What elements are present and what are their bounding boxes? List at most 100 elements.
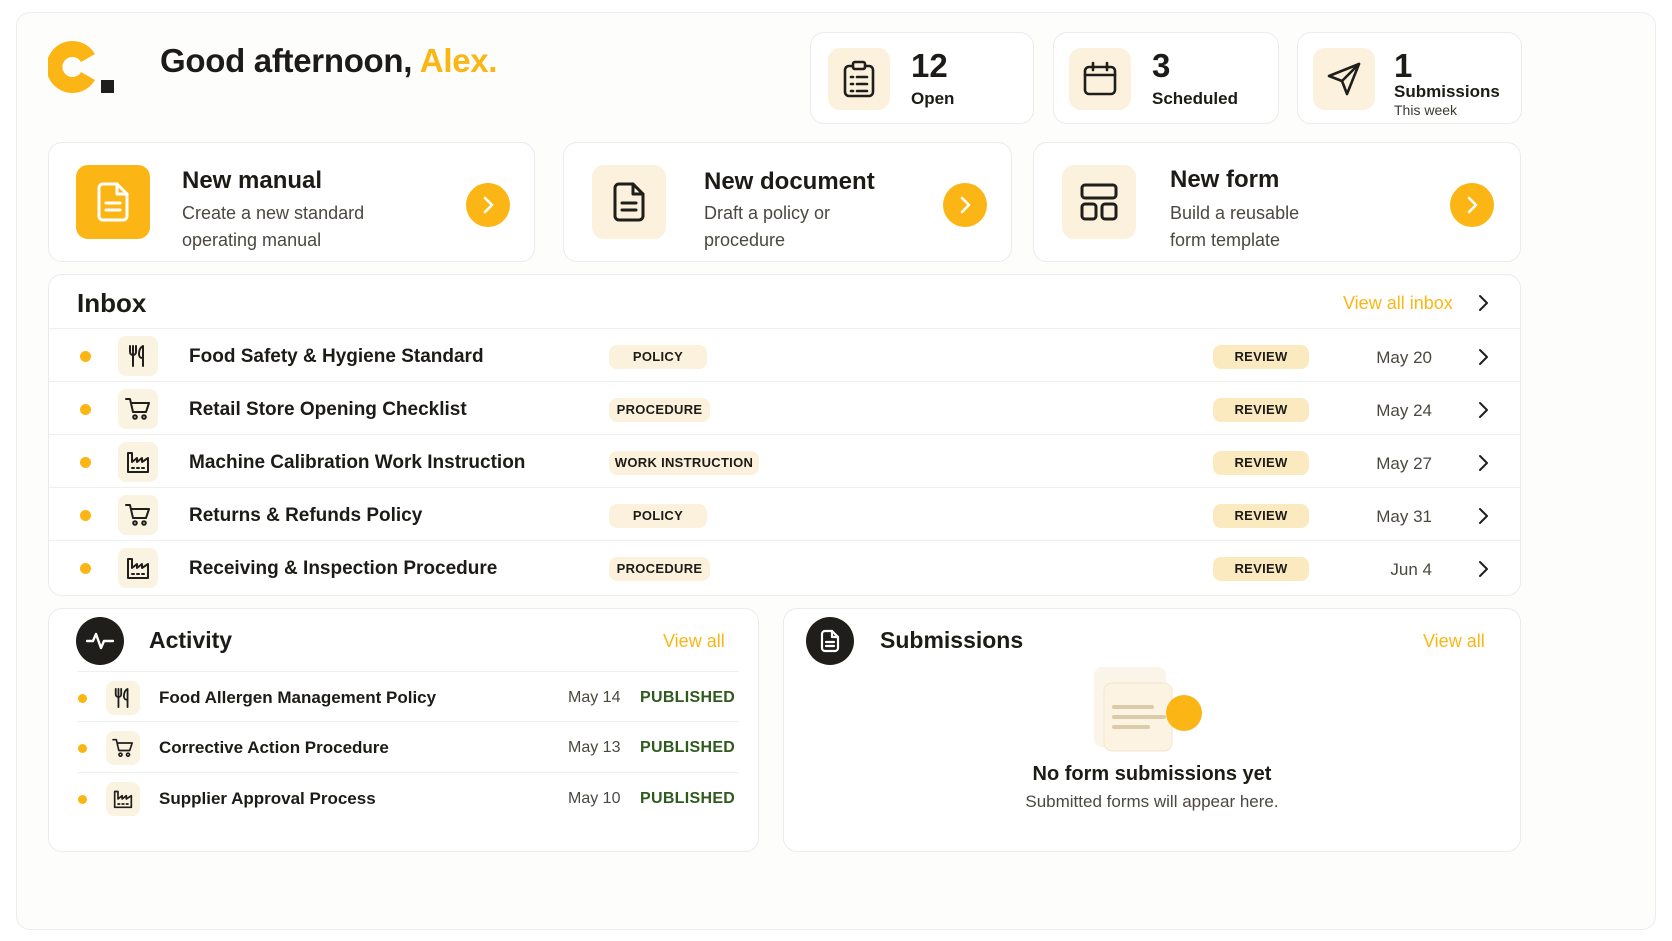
utensils-icon (118, 336, 158, 376)
unread-dot (80, 404, 91, 415)
inbox-row[interactable]: Receiving & Inspection Procedure PROCEDU… (49, 540, 1520, 596)
view-all-inbox-link[interactable]: View all inbox (1343, 293, 1453, 314)
activity-dot (78, 694, 87, 703)
cart-icon (106, 731, 140, 765)
status-badge: REVIEW (1213, 345, 1309, 369)
inbox-row[interactable]: Food Safety & Hygiene Standard POLICY RE… (49, 328, 1520, 384)
app-logo[interactable] (48, 38, 120, 94)
activity-item-title: Corrective Action Procedure (159, 738, 389, 757)
inbox-panel: Inbox View all inbox Food Safety & Hygie… (48, 274, 1521, 596)
status-badge: REVIEW (1213, 398, 1309, 422)
chevron-right-icon[interactable] (1477, 348, 1489, 366)
card-description: Draft a policy or procedure (704, 203, 831, 250)
activity-row[interactable]: Corrective Action Procedure May 13 PUBLI… (77, 721, 739, 775)
activity-item-title: Food Allergen Management Policy (159, 688, 437, 707)
new-document-card[interactable]: New document Draft a policy or procedure (563, 142, 1012, 262)
stat-card-scheduled[interactable]: 3 Scheduled (1053, 32, 1279, 124)
chevron-right-icon[interactable] (1477, 560, 1489, 578)
empty-state-title: No form submissions yet (1032, 763, 1272, 785)
activity-date: May 13 (568, 739, 621, 756)
clipboard-icon (828, 48, 890, 110)
factory-icon (118, 548, 158, 588)
document-type-tag: POLICY (609, 345, 707, 369)
empty-state-illustration (1092, 665, 1204, 755)
new-form-card[interactable]: New form Build a reusable form template (1033, 142, 1521, 262)
factory-icon (118, 442, 158, 482)
card-description: Build a reusable form template (1170, 203, 1300, 250)
stat-value: 1 (1394, 47, 1413, 84)
unread-dot (80, 563, 91, 574)
activity-panel: Activity View all Food Allergen Manageme… (48, 608, 759, 852)
document-type-tag: PROCEDURE (609, 398, 710, 422)
utensils-icon (106, 681, 140, 715)
activity-dot (78, 744, 87, 753)
submissions-title: Submissions (880, 627, 1024, 653)
send-icon (1313, 48, 1375, 110)
activity-date: May 14 (568, 689, 621, 706)
greeting-text: Good afternoon, (160, 42, 413, 79)
due-date: Jun 4 (1390, 560, 1432, 579)
inbox-item-title: Returns & Refunds Policy (189, 505, 423, 526)
chevron-right-icon[interactable] (1477, 294, 1489, 312)
card-title: New form (1170, 166, 1280, 193)
cart-icon (118, 389, 158, 429)
new-manual-card[interactable]: New manual Create a new standard operati… (48, 142, 535, 262)
activity-dot (78, 795, 87, 804)
stat-sublabel: This week (1394, 102, 1458, 118)
unread-dot (80, 510, 91, 521)
stat-card-submissions[interactable]: 1 Submissions This week (1297, 32, 1522, 124)
due-date: May 20 (1376, 348, 1432, 367)
document-type-tag: WORK INSTRUCTION (609, 451, 759, 475)
card-description: Create a new standard operating manual (182, 203, 365, 250)
chevron-right-icon[interactable] (1477, 454, 1489, 472)
document-icon (806, 617, 854, 665)
stat-card-open[interactable]: 12 Open (810, 32, 1034, 124)
card-title: New document (704, 168, 875, 195)
due-date: May 31 (1376, 507, 1432, 526)
empty-state-subtitle: Submitted forms will appear here. (1025, 792, 1279, 811)
activity-date: May 10 (568, 790, 621, 807)
due-date: May 27 (1376, 454, 1432, 473)
chevron-right-icon[interactable] (1477, 401, 1489, 419)
stat-label: Open (911, 89, 955, 108)
document-type-tag: POLICY (609, 504, 707, 528)
activity-row[interactable]: Food Allergen Management Policy May 14 P… (77, 671, 739, 725)
activity-row[interactable]: Supplier Approval Process May 10 PUBLISH… (77, 772, 739, 826)
stat-value: 12 (911, 47, 948, 84)
user-name: Alex. (419, 42, 498, 79)
arrow-right-button[interactable] (466, 183, 510, 227)
activity-title: Activity (149, 627, 233, 653)
document-icon (76, 165, 150, 239)
published-status: PUBLISHED (640, 739, 736, 756)
stat-label: Scheduled (1152, 89, 1238, 108)
submissions-panel: Submissions View all No form submissions… (783, 608, 1521, 852)
cart-icon (118, 495, 158, 535)
unread-dot (80, 457, 91, 468)
card-title: New manual (182, 167, 323, 194)
published-status: PUBLISHED (640, 689, 736, 706)
inbox-item-title: Receiving & Inspection Procedure (189, 558, 498, 579)
document-icon (592, 165, 666, 239)
status-badge: REVIEW (1213, 504, 1309, 528)
inbox-row[interactable]: Returns & Refunds Policy POLICY REVIEW M… (49, 487, 1520, 543)
published-status: PUBLISHED (640, 790, 736, 807)
greeting-heading: Good afternoon, Alex. (160, 42, 497, 80)
document-type-tag: PROCEDURE (609, 557, 710, 581)
status-badge: REVIEW (1213, 557, 1309, 581)
inbox-title: Inbox (77, 288, 147, 318)
inbox-item-title: Retail Store Opening Checklist (189, 399, 467, 420)
unread-dot (80, 351, 91, 362)
arrow-right-button[interactable] (1450, 183, 1494, 227)
inbox-item-title: Food Safety & Hygiene Standard (189, 346, 484, 367)
inbox-row[interactable]: Retail Store Opening Checklist PROCEDURE… (49, 381, 1520, 437)
due-date: May 24 (1376, 401, 1432, 420)
stat-label: Submissions (1394, 82, 1500, 101)
factory-icon (106, 782, 140, 816)
activity-item-title: Supplier Approval Process (159, 789, 376, 808)
view-all-activity-link[interactable]: View all (663, 631, 725, 652)
view-all-submissions-link[interactable]: View all (1423, 631, 1485, 652)
chevron-right-icon[interactable] (1477, 507, 1489, 525)
arrow-right-button[interactable] (943, 183, 987, 227)
inbox-row[interactable]: Machine Calibration Work Instruction WOR… (49, 434, 1520, 490)
status-badge: REVIEW (1213, 451, 1309, 475)
